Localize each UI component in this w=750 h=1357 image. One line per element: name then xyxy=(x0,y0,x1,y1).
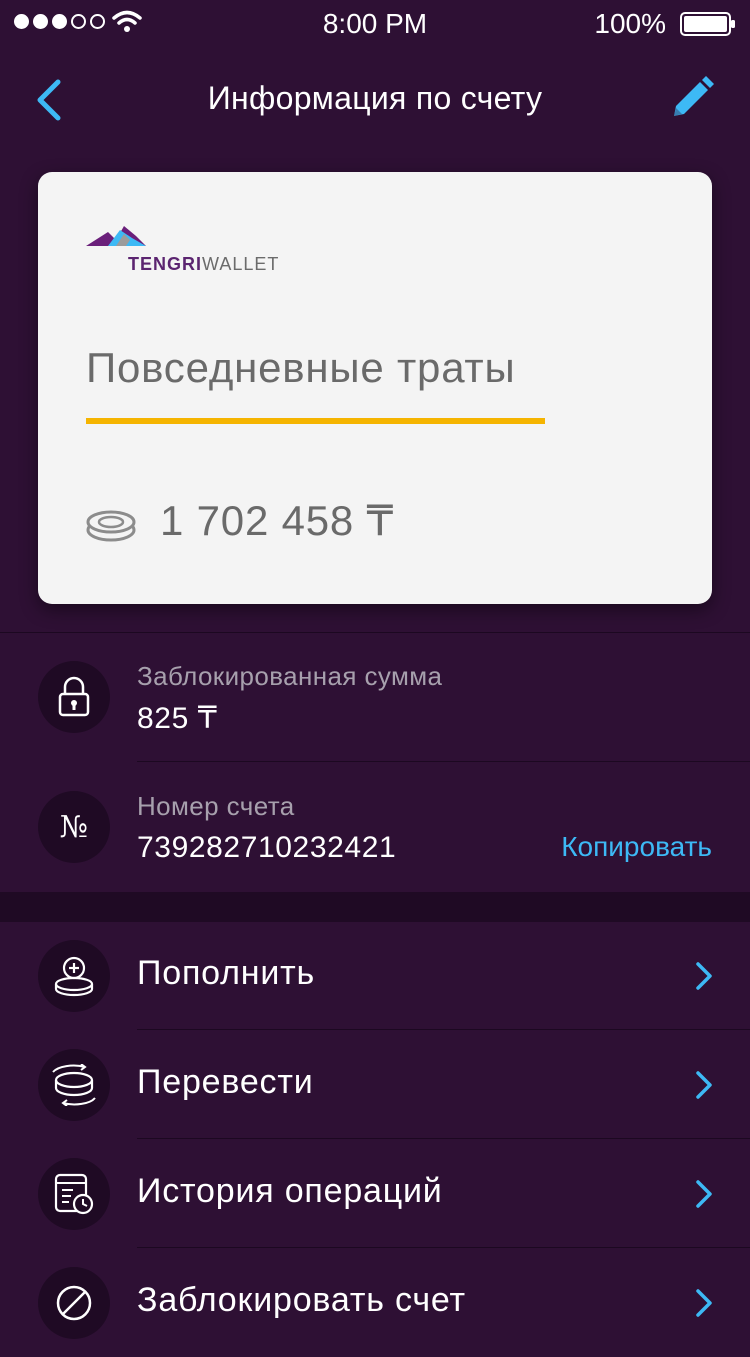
blocked-icon-circle xyxy=(38,661,110,733)
row-divider xyxy=(137,1247,750,1248)
menu-item-transfer[interactable]: Перевести xyxy=(0,1031,750,1139)
top-up-icon-circle xyxy=(38,940,110,1012)
blocked-amount-label: Заблокированная сумма xyxy=(137,661,443,691)
account-accent-line xyxy=(86,418,545,424)
section-separator xyxy=(0,892,750,922)
copy-button[interactable]: Копировать xyxy=(561,831,712,863)
actions-menu: Пополнить Перевести История операций Заб… xyxy=(0,922,750,1339)
menu-item-block-account[interactable]: Заблокировать счет xyxy=(0,1249,750,1357)
row-divider xyxy=(137,1029,750,1030)
account-name: Повседневные траты xyxy=(86,344,516,391)
coins-icon xyxy=(86,510,136,542)
history-label: История операций xyxy=(137,1172,443,1210)
account-balance: 1 702 458 ₸ xyxy=(160,497,395,544)
battery-icon xyxy=(680,12,735,36)
numero-icon: № xyxy=(59,809,89,845)
logo-text: TENGRIWALLET xyxy=(128,254,279,275)
block-icon xyxy=(56,1285,92,1321)
status-bar: 8:00 PM 100% xyxy=(0,0,750,48)
menu-item-top-up[interactable]: Пополнить xyxy=(0,922,750,1030)
chevron-right-icon xyxy=(696,1289,712,1317)
account-card[interactable]: TENGRIWALLET Повседневные траты 1 702 45… xyxy=(38,172,712,604)
block-account-label: Заблокировать счет xyxy=(137,1281,466,1319)
lock-icon xyxy=(58,676,90,717)
chevron-right-icon xyxy=(696,1180,712,1208)
logo-suffix: WALLET xyxy=(202,254,280,274)
coin-plus-icon xyxy=(54,956,94,997)
menu-item-history[interactable]: История операций xyxy=(0,1140,750,1248)
transfer-label: Перевести xyxy=(137,1063,314,1101)
page-title: Информация по счету xyxy=(207,80,543,116)
history-icon xyxy=(54,1173,94,1215)
number-icon-circle: № xyxy=(38,791,110,863)
blocked-amount-row: Заблокированная сумма 825 ₸ xyxy=(0,633,750,762)
row-divider xyxy=(137,761,750,762)
logo-brand: TENGRI xyxy=(128,254,203,274)
chevron-right-icon xyxy=(696,962,712,990)
transfer-icon-circle xyxy=(38,1049,110,1121)
history-icon-circle xyxy=(38,1158,110,1230)
account-number-label: Номер счета xyxy=(137,791,295,821)
account-info-section: Заблокированная сумма 825 ₸ № Номер счет… xyxy=(0,632,750,893)
nav-bar: Информация по счету xyxy=(0,60,750,140)
edit-pencil-icon[interactable] xyxy=(668,74,716,122)
chevron-right-icon xyxy=(696,1071,712,1099)
coin-transfer-icon xyxy=(52,1064,96,1106)
block-icon-circle xyxy=(38,1267,110,1339)
account-number-row: № Номер счета 739282710232421 Копировать xyxy=(0,763,750,892)
top-up-label: Пополнить xyxy=(137,954,316,992)
battery-percent: 100% xyxy=(594,8,666,39)
blocked-amount-value: 825 ₸ xyxy=(137,702,218,735)
account-number-value: 739282710232421 xyxy=(137,831,397,864)
row-divider xyxy=(137,1138,750,1139)
